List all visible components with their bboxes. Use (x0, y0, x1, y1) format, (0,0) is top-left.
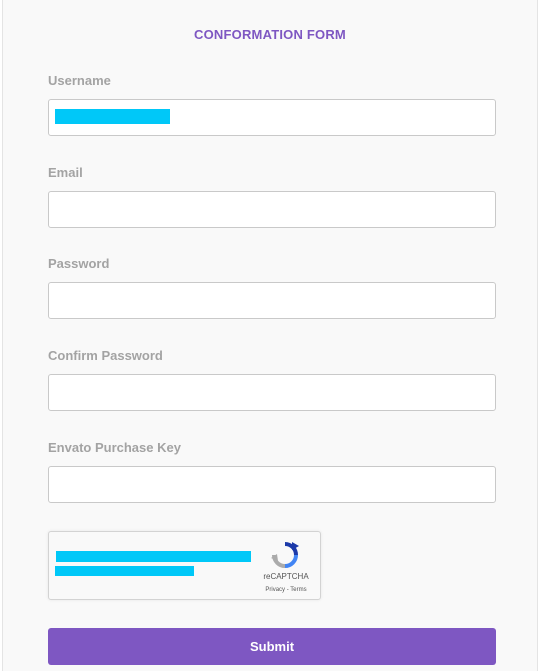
submit-button[interactable]: Submit (48, 628, 496, 665)
recaptcha-links[interactable]: Privacy - Terms (256, 587, 316, 593)
conformation-form: CONFORMATION FORM Username Email Passwor… (2, 0, 538, 671)
purchase-key-input[interactable] (48, 466, 496, 503)
redacted-captcha-text (56, 551, 251, 562)
confirm-password-label: Confirm Password (48, 348, 163, 363)
password-label: Password (48, 256, 110, 271)
form-title: CONFORMATION FORM (194, 27, 346, 42)
purchase-key-label: Envato Purchase Key (48, 440, 181, 455)
confirm-password-input[interactable] (48, 374, 496, 411)
password-input[interactable] (48, 282, 496, 319)
email-input[interactable] (48, 191, 496, 228)
recaptcha-icon (271, 542, 299, 568)
username-label: Username (48, 73, 111, 88)
recaptcha-widget[interactable]: reCAPTCHA Privacy - Terms (48, 531, 321, 600)
redacted-username (55, 109, 170, 124)
recaptcha-brand: reCAPTCHA (263, 572, 309, 581)
redacted-captcha-text-2 (55, 566, 194, 576)
email-label: Email (48, 165, 83, 180)
